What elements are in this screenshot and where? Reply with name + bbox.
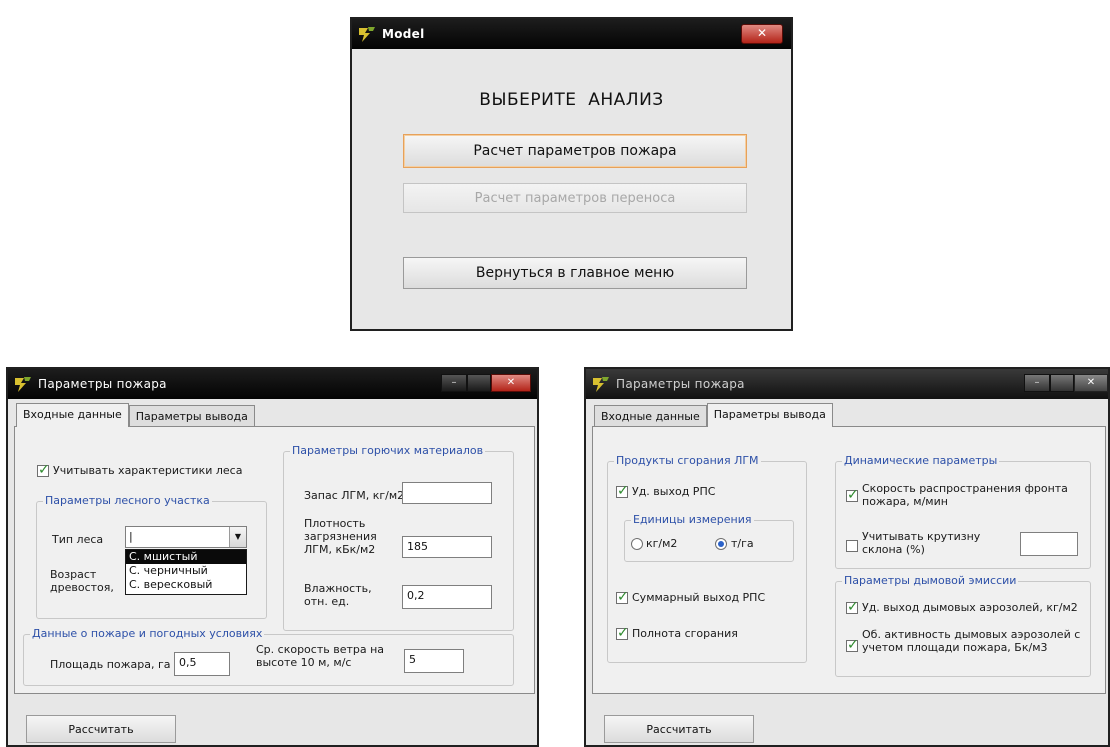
fire-input-window: Параметры пожара – ✕ Входные данные Пара… xyxy=(6,367,539,747)
smoke-group: Параметры дымовой эмиссии Уд. выход дымо… xyxy=(835,574,1091,677)
account-forest-checkbox[interactable] xyxy=(37,462,50,478)
units-group-title: Единицы измерения xyxy=(631,513,754,526)
completeness-checkbox[interactable] xyxy=(616,625,629,641)
weather-group-title: Данные о пожаре и погодных условиях xyxy=(30,627,265,640)
tab-strip: Входные данные Параметры вывода xyxy=(16,403,255,427)
contamination-label: Плотность загрязнения ЛГМ, кБк/м2 xyxy=(304,517,377,556)
output-panel: Продукты сгорания ЛГМ Уд. выход РПС Един… xyxy=(592,426,1106,694)
model-window: Model ✕ ВЫБЕРИТЕ АНАЛИЗ Расчет параметро… xyxy=(350,17,793,331)
completeness-label: Полнота сгорания xyxy=(632,627,738,640)
app-icon xyxy=(593,377,609,392)
total-yield-checkbox[interactable] xyxy=(616,589,629,605)
unit-kg-radio[interactable] xyxy=(631,538,643,550)
aerosol-activity-label: Об. активность дымовых аэрозолей с учето… xyxy=(862,628,1081,654)
window-controls: – ✕ xyxy=(441,374,531,392)
smoke-group-title: Параметры дымовой эмиссии xyxy=(842,574,1019,587)
bottom-bar: Рассчитать xyxy=(8,705,537,745)
tab-input-data[interactable]: Входные данные xyxy=(16,403,129,427)
slope-label: Учитывать крутизну склона (%) xyxy=(862,530,981,556)
fuel-stock-input[interactable] xyxy=(402,482,492,504)
fuel-stock-label: Запас ЛГМ, кг/м2 xyxy=(304,489,405,502)
minimize-icon[interactable]: – xyxy=(441,374,467,392)
fire-calc-button[interactable]: Расчет параметров пожара xyxy=(403,134,747,168)
aerosol-activity-checkbox[interactable] xyxy=(846,637,859,653)
total-yield-label: Суммарный выход РПС xyxy=(632,591,766,604)
forest-type-value: | xyxy=(129,530,133,543)
forest-group-title: Параметры лесного участка xyxy=(43,494,212,507)
tab-strip: Входные данные Параметры вывода xyxy=(594,403,833,427)
fire-input-titlebar[interactable]: Параметры пожара – ✕ xyxy=(8,369,537,399)
unit-kg-label: кг/м2 xyxy=(646,537,678,550)
app-icon xyxy=(359,27,375,42)
wind-speed-label: Ср. скорость ветра на высоте 10 м, м/с xyxy=(256,643,385,669)
forest-type-combo[interactable]: | ▼ xyxy=(125,526,247,548)
contamination-input[interactable]: 185 xyxy=(402,536,492,558)
choose-analysis-heading: ВЫБЕРИТЕ АНАЛИЗ xyxy=(479,90,664,110)
weather-group: Данные о пожаре и погодных условиях Площ… xyxy=(23,627,514,686)
front-speed-checkbox[interactable] xyxy=(846,487,859,503)
dropdown-option[interactable]: С. вересковый xyxy=(126,578,246,592)
products-group: Продукты сгорания ЛГМ Уд. выход РПС Един… xyxy=(607,454,807,663)
dynamic-group: Динамические параметры Скорость распрост… xyxy=(835,454,1091,569)
window-controls: – ✕ xyxy=(1024,374,1108,392)
bottom-bar: Рассчитать xyxy=(586,705,1108,745)
specific-yield-label: Уд. выход РПС xyxy=(632,485,716,498)
dynamic-group-title: Динамические параметры xyxy=(842,454,1000,467)
dropdown-option[interactable]: С. мшистый xyxy=(126,550,246,564)
forest-type-dropdown: С. мшистый С. черничный С. вересковый xyxy=(125,549,247,595)
tab-output-params[interactable]: Параметры вывода xyxy=(706,403,833,427)
moisture-input[interactable]: 0,2 xyxy=(402,585,492,609)
aerosol-yield-checkbox[interactable] xyxy=(846,599,859,615)
calculate-button[interactable]: Рассчитать xyxy=(26,715,176,743)
fire-output-titlebar[interactable]: Параметры пожара – ✕ xyxy=(586,369,1108,399)
close-icon[interactable]: ✕ xyxy=(491,374,531,392)
fire-output-title: Параметры пожара xyxy=(616,377,745,391)
transfer-calc-button[interactable]: Расчет параметров переноса xyxy=(403,183,747,213)
fire-area-input[interactable]: 0,5 xyxy=(174,652,230,676)
wind-speed-input[interactable]: 5 xyxy=(404,649,464,673)
unit-t-radio[interactable] xyxy=(715,538,727,550)
moisture-label: Влажность, отн. ед. xyxy=(304,582,372,608)
close-icon[interactable]: ✕ xyxy=(1074,374,1108,392)
model-title: Model xyxy=(382,27,425,41)
account-forest-label: Учитывать характеристики леса xyxy=(53,464,243,477)
forest-group: Параметры лесного участка Тип леса | ▼ В… xyxy=(36,494,267,619)
maximize-icon[interactable] xyxy=(467,374,491,392)
model-titlebar[interactable]: Model ✕ xyxy=(352,19,791,49)
close-icon[interactable]: ✕ xyxy=(741,24,783,44)
fire-input-title: Параметры пожара xyxy=(38,377,167,391)
slope-checkbox[interactable] xyxy=(846,540,858,552)
minimize-icon[interactable]: – xyxy=(1024,374,1050,392)
slope-input[interactable] xyxy=(1020,532,1078,556)
app-icon xyxy=(15,377,31,392)
calculate-button[interactable]: Рассчитать xyxy=(604,715,754,743)
aerosol-yield-label: Уд. выход дымовых аэрозолей, кг/м2 xyxy=(862,601,1078,614)
front-speed-label: Скорость распространения фронта пожара, … xyxy=(862,482,1068,508)
products-group-title: Продукты сгорания ЛГМ xyxy=(614,454,761,467)
tab-output-params[interactable]: Параметры вывода xyxy=(128,405,255,427)
maximize-icon[interactable] xyxy=(1050,374,1074,392)
age-label: Возраст древостоя, xyxy=(50,568,114,594)
units-group: Единицы измерения кг/м2 т/га xyxy=(624,513,794,562)
main-menu-button[interactable]: Вернуться в главное меню xyxy=(403,257,747,289)
dropdown-option[interactable]: С. черничный xyxy=(126,564,246,578)
unit-t-label: т/га xyxy=(731,537,754,550)
chevron-down-icon[interactable]: ▼ xyxy=(229,527,246,547)
forest-type-label: Тип леса xyxy=(52,533,104,546)
fire-area-label: Площадь пожара, га xyxy=(50,658,171,671)
fuel-group-title: Параметры горючих материалов xyxy=(290,444,486,457)
tab-input-data[interactable]: Входные данные xyxy=(594,405,707,427)
input-panel: Учитывать характеристики леса Параметры … xyxy=(14,426,535,694)
specific-yield-checkbox[interactable] xyxy=(616,483,629,499)
fuel-group: Параметры горючих материалов Запас ЛГМ, … xyxy=(283,444,514,631)
fire-output-window: Параметры пожара – ✕ Входные данные Пара… xyxy=(584,367,1110,747)
